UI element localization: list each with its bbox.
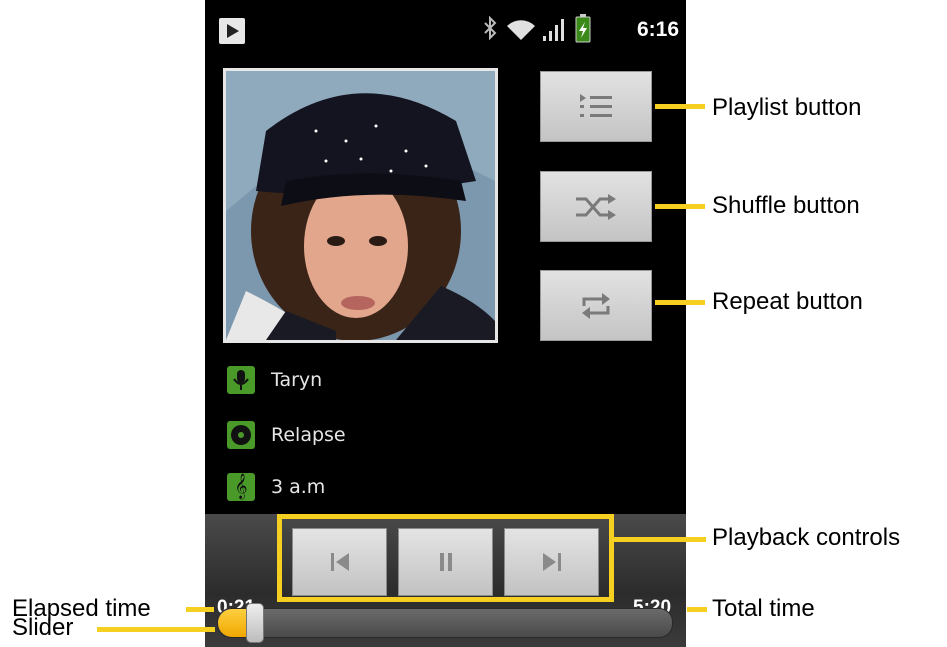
shuffle-icon	[576, 193, 616, 220]
pause-button[interactable]	[398, 528, 493, 596]
repeat-icon	[582, 292, 610, 319]
signal-icon	[543, 19, 564, 41]
status-icons	[481, 14, 631, 44]
microphone-icon	[227, 366, 255, 394]
disc-icon	[227, 421, 255, 449]
album-row: Relapse	[227, 418, 346, 452]
playback-panel: 0:21 5:20	[205, 514, 686, 647]
slider-callout: Slider	[12, 614, 74, 641]
song-title: 3 a.m	[271, 476, 326, 498]
total-time-callout-line	[687, 607, 707, 612]
artist-name: Taryn	[271, 369, 323, 391]
seek-slider[interactable]	[217, 603, 673, 643]
repeat-callout-line	[655, 300, 705, 305]
shuffle-callout-line	[655, 204, 705, 209]
music-note-icon: 𝄞	[227, 473, 255, 501]
elapsed-time-callout-line	[186, 607, 214, 612]
playlist-callout: Playlist button	[712, 94, 862, 121]
next-button[interactable]	[504, 528, 599, 596]
album-name: Relapse	[271, 424, 346, 446]
repeat-callout: Repeat button	[712, 288, 863, 315]
previous-icon	[330, 553, 349, 571]
wifi-icon	[507, 20, 535, 40]
status-time: 6:16	[637, 18, 680, 41]
battery-charging-icon	[575, 14, 591, 43]
title-row: 𝄞 3 a.m	[227, 470, 325, 504]
previous-button[interactable]	[292, 528, 387, 596]
playback-controls-highlight	[277, 514, 614, 602]
playback-controls-callout: Playback controls	[712, 524, 901, 551]
playback-controls-callout-line	[614, 537, 706, 542]
music-player-screen: 6:16 Taryn Relapse 𝄞 3 a.m	[205, 0, 686, 647]
now-playing-notification-icon[interactable]	[219, 18, 245, 44]
bluetooth-icon	[484, 15, 497, 41]
playlist-callout-line	[655, 104, 705, 109]
album-art	[223, 68, 498, 343]
artist-row: Taryn	[227, 363, 322, 397]
playlist-button[interactable]	[540, 71, 652, 142]
repeat-button[interactable]	[540, 270, 652, 341]
pause-icon	[439, 553, 452, 571]
shuffle-callout: Shuffle button	[712, 192, 860, 219]
total-time-callout: Total time	[712, 595, 815, 622]
next-icon	[542, 553, 561, 571]
slider-thumb[interactable]	[246, 603, 264, 643]
slider-progress	[218, 609, 248, 637]
playlist-icon	[580, 93, 612, 117]
shuffle-button[interactable]	[540, 171, 652, 242]
status-bar: 6:16	[205, 0, 686, 57]
slider-callout-line	[97, 627, 215, 632]
